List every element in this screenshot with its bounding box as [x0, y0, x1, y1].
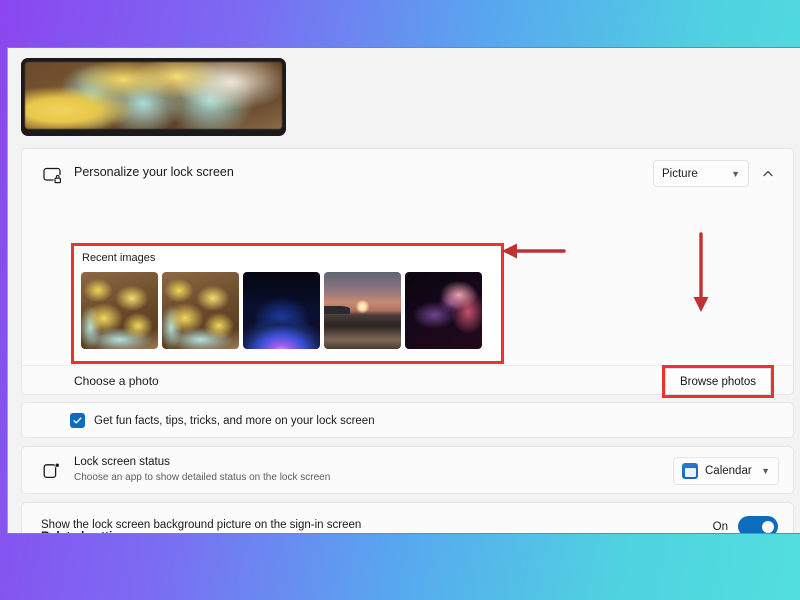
annotation-arrow-left — [500, 240, 566, 267]
lock-screen-status-app-dropdown[interactable]: Calendar ▼ — [673, 457, 779, 485]
thumbnail-sunset[interactable] — [324, 272, 401, 349]
lock-screen-status-app-value: Calendar — [705, 465, 752, 477]
background-type-value: Picture — [662, 167, 698, 180]
signin-toggle-state: On — [712, 520, 728, 533]
settings-window: Personalize your lock screen Picture ▼ R… — [7, 47, 800, 534]
signin-background-picture-toggle[interactable] — [738, 516, 778, 533]
personalize-header-row: Personalize your lock screen Picture ▼ — [22, 149, 793, 201]
browse-photos-highlight: Browse photos — [662, 365, 774, 398]
preview-photo — [25, 62, 282, 129]
chevron-down-icon: ▼ — [761, 466, 770, 476]
collapse-section-button[interactable] — [755, 161, 781, 187]
chevron-up-icon — [763, 170, 773, 176]
personalize-header-controls: Picture ▼ — [653, 160, 781, 187]
personalize-lock-screen-card: Personalize your lock screen Picture ▼ R… — [21, 148, 794, 398]
check-icon — [73, 417, 82, 424]
background-type-dropdown[interactable]: Picture ▼ — [653, 160, 749, 187]
fun-facts-row[interactable]: Get fun facts, tips, tricks, and more on… — [70, 413, 375, 428]
choose-a-photo-row: Choose a photo Browse photos — [22, 365, 793, 398]
thumbnail-blue-bloom[interactable] — [243, 272, 320, 349]
thumbnail-purple-ribbon[interactable] — [405, 272, 482, 349]
personalize-label: Personalize your lock screen — [74, 165, 234, 179]
fun-facts-card: Get fun facts, tips, tricks, and more on… — [21, 402, 794, 438]
fun-facts-label: Get fun facts, tips, tricks, and more on… — [94, 414, 375, 427]
lock-screen-preview — [21, 58, 286, 136]
decorative-gradient-frame: Personalize your lock screen Picture ▼ R… — [0, 0, 800, 600]
annotation-arrow-down — [690, 232, 712, 319]
recent-images-label: Recent images — [82, 252, 156, 264]
lock-screen-icon — [42, 164, 64, 186]
browse-photos-button[interactable]: Browse photos — [665, 368, 771, 395]
lock-screen-status-subtitle: Choose an app to show detailed status on… — [74, 472, 331, 483]
fun-facts-checkbox[interactable] — [70, 413, 85, 428]
lock-screen-status-title: Lock screen status — [74, 456, 170, 468]
lock-screen-status-icon — [42, 461, 62, 481]
signin-background-picture-card: Show the lock screen background picture … — [21, 502, 794, 533]
preview-bezel — [21, 58, 286, 136]
recent-images-block: Recent images — [71, 243, 504, 364]
signin-toggle-group: On — [712, 516, 778, 533]
related-settings-heading: Related settings — [41, 529, 134, 533]
calendar-icon — [682, 463, 698, 479]
choose-a-photo-label: Choose a photo — [74, 374, 159, 388]
chevron-down-icon: ▼ — [731, 168, 740, 179]
lock-screen-status-card: Lock screen status Choose an app to show… — [21, 446, 794, 494]
recent-images-thumbnail-strip — [81, 272, 482, 349]
thumbnail-chicks-1[interactable] — [81, 272, 158, 349]
thumbnail-chicks-2[interactable] — [162, 272, 239, 349]
